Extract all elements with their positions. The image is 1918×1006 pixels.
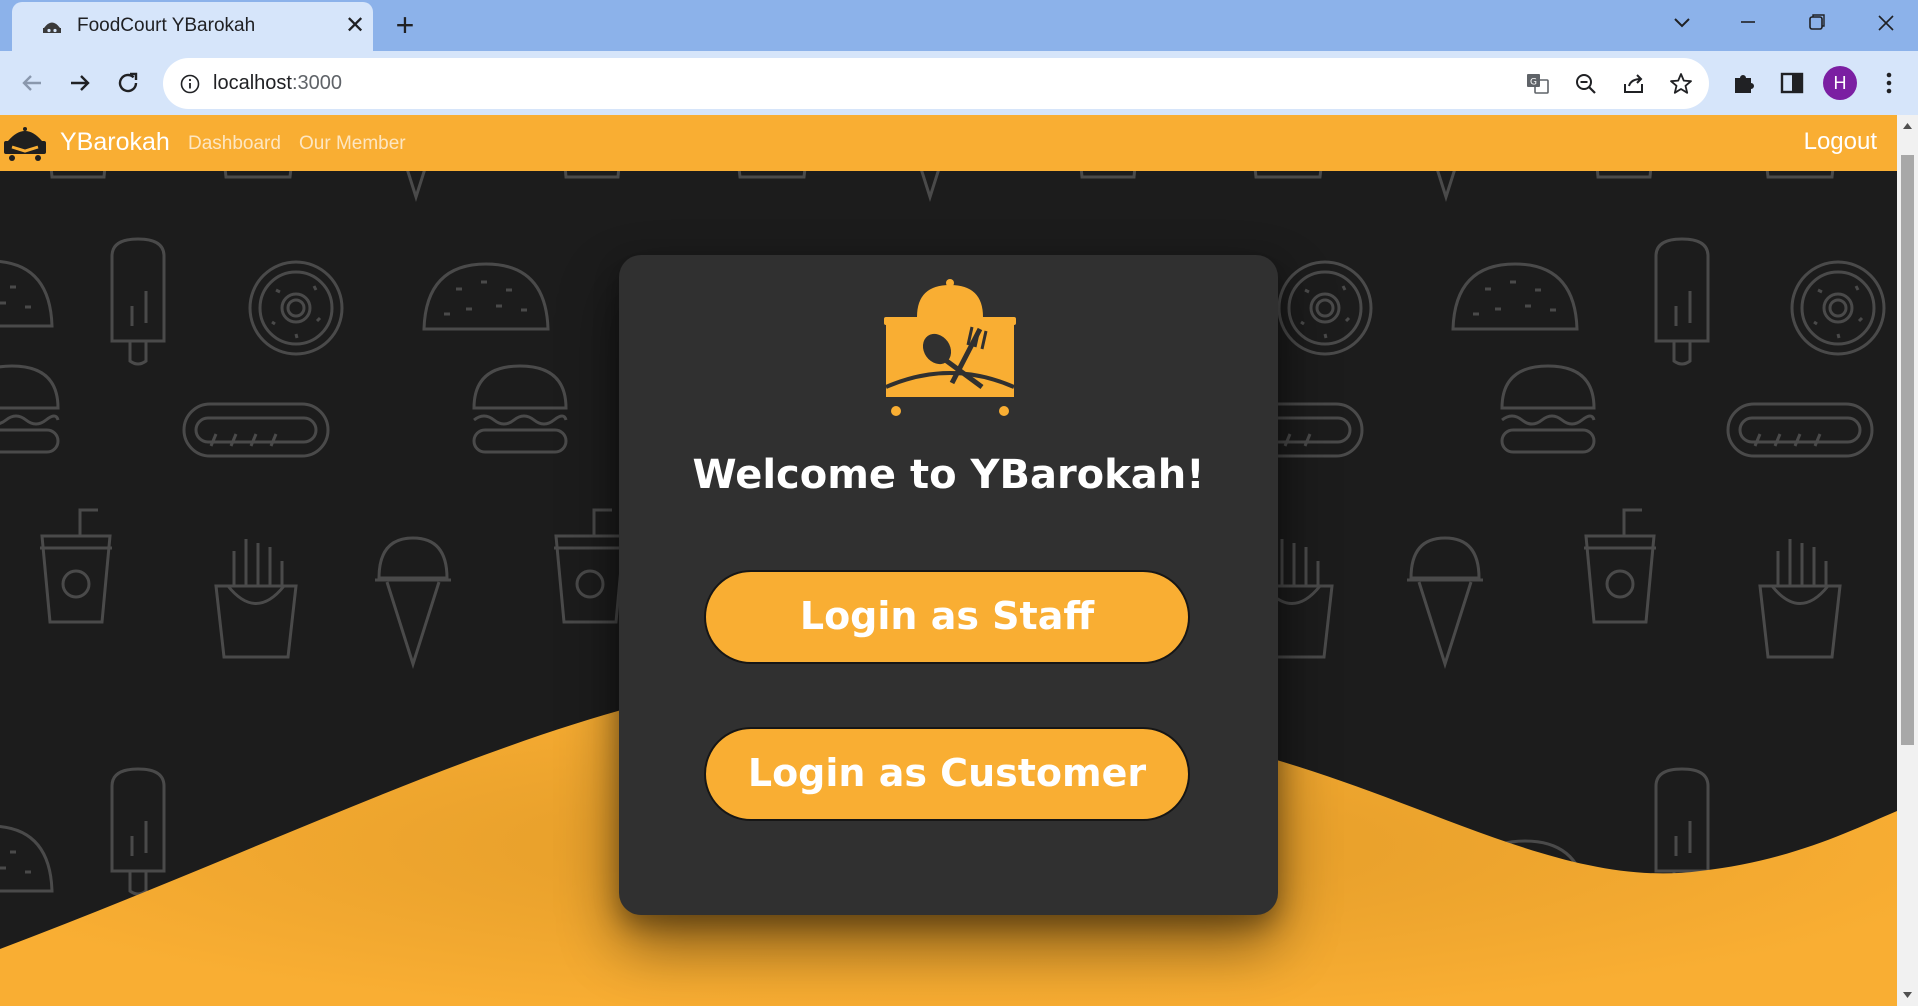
tab-close-icon[interactable]: ✕ — [342, 11, 368, 41]
welcome-title: Welcome to YBarokah! — [692, 452, 1205, 498]
address-bar[interactable]: localhost:3000 G — [163, 58, 1709, 109]
page-viewport: YBarokah Dashboard Our Member Logout Wel… — [0, 115, 1897, 1006]
back-icon[interactable] — [14, 65, 50, 101]
url-port: :3000 — [291, 72, 342, 94]
zoom-out-icon[interactable] — [1573, 71, 1599, 97]
nav-link-our-member[interactable]: Our Member — [299, 133, 406, 155]
app-navbar: YBarokah Dashboard Our Member Logout — [0, 115, 1897, 171]
tab-search-chevron-icon[interactable] — [1664, 8, 1700, 38]
svg-text:G: G — [1530, 78, 1537, 88]
ybarokah-logo-icon[interactable] — [2, 123, 48, 163]
scroll-up-arrow-icon[interactable] — [1901, 119, 1914, 133]
login-staff-button[interactable]: Login as Staff — [704, 570, 1190, 664]
forward-icon[interactable] — [62, 65, 98, 101]
foodcourt-cart-logo-icon — [884, 279, 1016, 416]
page-scrollbar[interactable] — [1897, 115, 1918, 1006]
bookmark-star-icon[interactable] — [1668, 71, 1694, 97]
browser-tab[interactable]: FoodCourt YBarokah ✕ — [12, 2, 373, 51]
new-tab-button[interactable]: + — [390, 9, 420, 41]
url-host: localhost — [213, 72, 292, 94]
login-customer-button[interactable]: Login as Customer — [704, 727, 1190, 821]
extensions-puzzle-icon[interactable] — [1728, 67, 1760, 99]
minimize-icon[interactable] — [1730, 8, 1766, 38]
nav-link-dashboard[interactable]: Dashboard — [188, 133, 281, 155]
foodcourt-favicon-icon — [43, 22, 61, 33]
browser-menu-icon[interactable] — [1873, 67, 1905, 99]
profile-avatar[interactable]: H — [1823, 66, 1857, 100]
tab-title: FoodCourt YBarokah — [77, 15, 256, 36]
share-icon[interactable] — [1621, 71, 1647, 97]
welcome-card: Welcome to YBarokah! Login as Staff Logi… — [619, 255, 1278, 915]
reload-icon[interactable] — [110, 65, 146, 101]
url-text[interactable]: localhost:3000 — [213, 72, 342, 95]
scrollbar-thumb[interactable] — [1901, 155, 1914, 745]
restore-icon[interactable] — [1798, 8, 1834, 38]
scroll-down-arrow-icon[interactable] — [1901, 988, 1914, 1002]
side-panel-icon[interactable] — [1776, 67, 1808, 99]
site-info-icon[interactable] — [179, 73, 201, 95]
navbar-brand[interactable]: YBarokah — [60, 128, 170, 157]
translate-icon[interactable]: G — [1525, 71, 1551, 97]
browser-toolbar: localhost:3000 G H — [0, 51, 1918, 115]
close-window-icon[interactable] — [1868, 8, 1904, 38]
logout-link[interactable]: Logout — [1804, 128, 1877, 156]
browser-tab-strip: FoodCourt YBarokah ✕ + — [0, 0, 1918, 51]
